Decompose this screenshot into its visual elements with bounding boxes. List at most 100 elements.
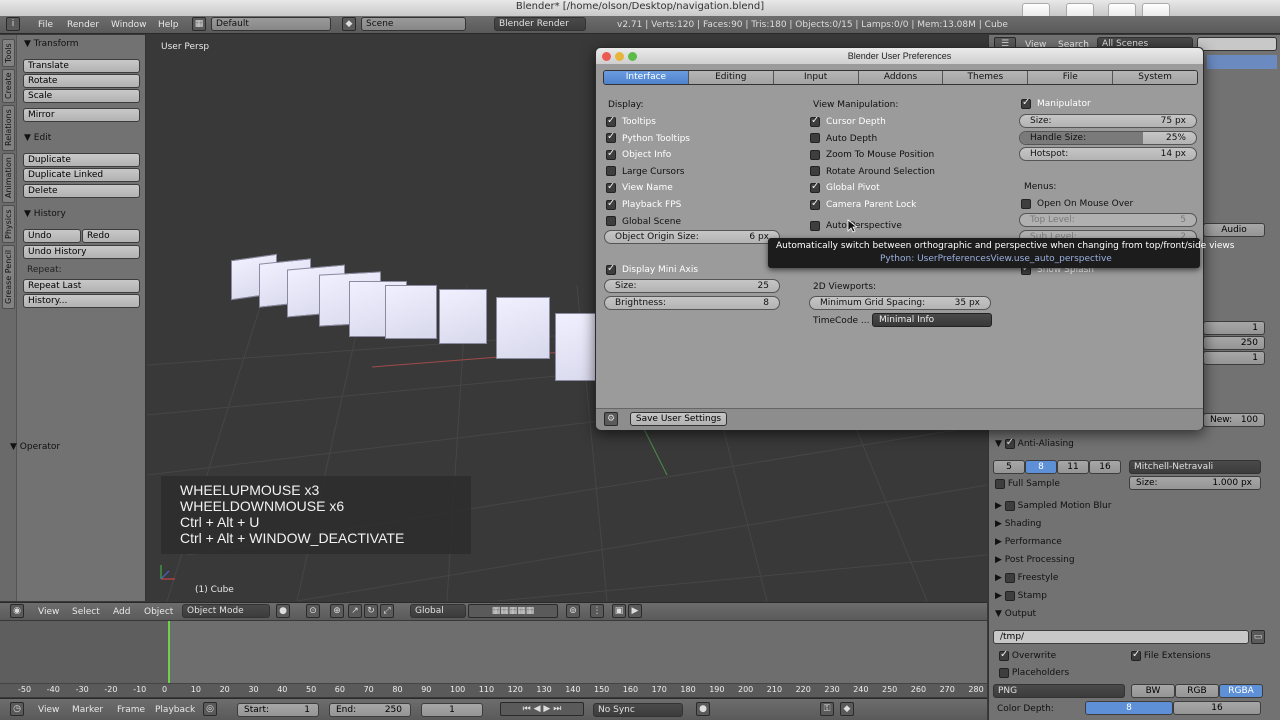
menu-view[interactable]: View bbox=[38, 605, 59, 619]
display-option-row[interactable]: Tooltips bbox=[606, 115, 656, 128]
prefs-titlebar[interactable]: Blender User Preferences bbox=[596, 48, 1203, 64]
view-manip-option-row[interactable]: Global Pivot bbox=[810, 181, 880, 194]
manipulator-checkbox[interactable] bbox=[1021, 97, 1031, 109]
display-option-row[interactable]: Object Info bbox=[606, 148, 671, 161]
operator-panel-header[interactable]: ▼ Operator bbox=[0, 440, 146, 456]
display-option-checkbox[interactable] bbox=[606, 181, 616, 193]
end-frame-field[interactable]: End: 250 bbox=[329, 703, 411, 717]
zoom-icon[interactable] bbox=[628, 52, 637, 61]
tab-addons[interactable]: Addons bbox=[858, 71, 944, 84]
mini-axis-brightness-field[interactable]: Brightness: 8 bbox=[604, 296, 780, 310]
menu-file[interactable]: File bbox=[38, 18, 53, 32]
view-manip-option-checkbox[interactable] bbox=[810, 133, 820, 144]
frame-start-value[interactable]: 1 bbox=[1203, 321, 1265, 335]
display-option-row[interactable]: Large Cursors bbox=[606, 166, 684, 178]
file-extensions-row[interactable]: File Extensions bbox=[1131, 649, 1211, 662]
view-manip-option-checkbox[interactable] bbox=[810, 115, 820, 127]
freestyle-header[interactable]: ▶ Freestyle bbox=[995, 572, 1058, 584]
snap-icon[interactable]: ⋮ bbox=[590, 604, 604, 618]
history-panel-header[interactable]: ▼ History bbox=[24, 208, 66, 220]
freestyle-checkbox[interactable] bbox=[1004, 572, 1015, 583]
tab-input[interactable]: Input bbox=[773, 71, 859, 84]
layout-selector[interactable]: Default bbox=[211, 17, 331, 31]
menu-add[interactable]: Add bbox=[113, 605, 130, 619]
transform-panel-header[interactable]: ▼ Transform bbox=[24, 38, 79, 50]
display-option-checkbox[interactable] bbox=[606, 198, 616, 210]
hotspot-field[interactable]: Hotspot: 14 px bbox=[1019, 147, 1197, 161]
motion-blur-checkbox[interactable] bbox=[1004, 500, 1015, 511]
audio-button[interactable]: Audio bbox=[1203, 223, 1265, 237]
tab-physics[interactable]: Physics bbox=[2, 205, 15, 243]
edit-panel-header[interactable]: ▼ Edit bbox=[24, 132, 51, 144]
aa-samples-16[interactable]: 16 bbox=[1089, 460, 1121, 474]
output-path-input[interactable]: /tmp/ bbox=[993, 630, 1249, 644]
display-option-row[interactable]: View Name bbox=[606, 181, 673, 194]
full-sample-row[interactable]: Full Sample bbox=[995, 478, 1060, 490]
duplicate-button[interactable]: Duplicate bbox=[23, 153, 140, 167]
tab-animation[interactable]: Animation bbox=[2, 153, 15, 203]
tab-relations[interactable]: Relations bbox=[2, 105, 15, 151]
full-sample-checkbox[interactable] bbox=[995, 478, 1005, 489]
open-mouse-over-checkbox[interactable] bbox=[1021, 198, 1031, 209]
tab-create[interactable]: Create bbox=[2, 69, 15, 103]
shading-icon[interactable]: ● bbox=[276, 604, 290, 618]
timecode-style-selector[interactable]: Minimal Info bbox=[872, 313, 992, 327]
mode-selector[interactable]: Object Mode bbox=[182, 604, 270, 618]
display-option-checkbox[interactable] bbox=[606, 216, 616, 227]
current-frame-field[interactable]: 1 bbox=[421, 703, 483, 717]
undo-button[interactable]: Undo bbox=[23, 229, 81, 243]
display-option-checkbox[interactable] bbox=[606, 148, 616, 160]
shading-header[interactable]: ▶ Shading bbox=[995, 518, 1041, 530]
object-origin-size-field[interactable]: Object Origin Size: 6 px bbox=[604, 230, 780, 244]
menu-window[interactable]: Window bbox=[111, 18, 147, 32]
display-option-checkbox[interactable] bbox=[606, 166, 616, 177]
manipulator-row[interactable]: Manipulator bbox=[1021, 97, 1091, 110]
min-grid-spacing-field[interactable]: Minimum Grid Spacing: 35 px bbox=[809, 296, 991, 310]
cube-object[interactable] bbox=[496, 297, 550, 359]
menu-select[interactable]: Select bbox=[72, 605, 100, 619]
rotate-button[interactable]: Rotate bbox=[23, 74, 140, 88]
rotate-manip-icon[interactable]: ↻ bbox=[364, 604, 378, 618]
folder-icon[interactable]: ▭ bbox=[1251, 630, 1265, 644]
timeline-ruler[interactable]: -50 -40 -30 -20 -10 0 10 20 30 40 50 60 70 80 90 100 110… bbox=[0, 683, 987, 697]
scene-icon[interactable]: ◆ bbox=[342, 17, 356, 31]
repeat-last-button[interactable]: Repeat Last bbox=[23, 279, 140, 293]
undo-history-button[interactable]: Undo History bbox=[23, 245, 140, 259]
cube-object[interactable] bbox=[439, 289, 487, 344]
aa-samples-8[interactable]: 8 bbox=[1025, 460, 1057, 474]
output-header[interactable]: ▼ Output bbox=[995, 608, 1036, 620]
mirror-button[interactable]: Mirror bbox=[23, 108, 140, 122]
auto-perspective-checkbox[interactable] bbox=[810, 220, 820, 231]
tab-themes[interactable]: Themes bbox=[943, 71, 1029, 84]
frame-step-value[interactable]: 1 bbox=[1203, 351, 1265, 365]
menu-render[interactable]: Render bbox=[67, 18, 99, 32]
mini-axis-size-field[interactable]: Size: 25 bbox=[604, 279, 780, 293]
filter-size-field[interactable]: Size: 1.000 px bbox=[1129, 476, 1261, 490]
duplicate-linked-button[interactable]: Duplicate Linked bbox=[23, 168, 140, 182]
playback-controls-icon[interactable]: ⏮ ◀ ▶ ⏭ bbox=[500, 702, 584, 716]
view-manip-option-row[interactable]: Camera Parent Lock bbox=[810, 198, 916, 211]
color-depth-8[interactable]: 8 bbox=[1085, 701, 1173, 715]
frame-end-value[interactable]: 250 bbox=[1203, 336, 1265, 350]
save-user-settings-button[interactable]: Save User Settings bbox=[630, 412, 727, 426]
prefs-editor-icon[interactable]: ⚙ bbox=[604, 412, 618, 426]
placeholders-checkbox[interactable] bbox=[999, 667, 1009, 678]
redo-button[interactable]: Redo bbox=[82, 229, 140, 243]
handle-size-slider[interactable]: Handle Size: 25% bbox=[1019, 131, 1197, 145]
editor-type-icon[interactable]: ◉ bbox=[10, 604, 24, 618]
outliner-selected-row[interactable] bbox=[1207, 55, 1277, 69]
aa-samples-11[interactable]: 11 bbox=[1057, 460, 1089, 474]
scale-button[interactable]: Scale bbox=[23, 89, 140, 103]
timeline-menu-playback[interactable]: Playback bbox=[155, 703, 195, 717]
view-manip-option-row[interactable]: Rotate Around Selection bbox=[810, 166, 935, 178]
view-manip-option-checkbox[interactable] bbox=[810, 166, 820, 177]
view-manip-option-checkbox[interactable] bbox=[810, 198, 820, 210]
translate-manip-icon[interactable]: ↗ bbox=[348, 604, 362, 618]
pivot-icon[interactable]: ⊙ bbox=[306, 604, 320, 618]
manip-size-field[interactable]: Size: 75 px bbox=[1019, 114, 1197, 128]
stamp-header[interactable]: ▶ Stamp bbox=[995, 590, 1047, 602]
mini-axis-row[interactable]: Display Mini Axis bbox=[606, 263, 698, 276]
lock-icon[interactable]: ⊚ bbox=[566, 604, 580, 618]
aa-filter-selector[interactable]: Mitchell-Netravali bbox=[1129, 460, 1261, 474]
render-engine-selector[interactable]: Blender Render bbox=[494, 17, 586, 31]
